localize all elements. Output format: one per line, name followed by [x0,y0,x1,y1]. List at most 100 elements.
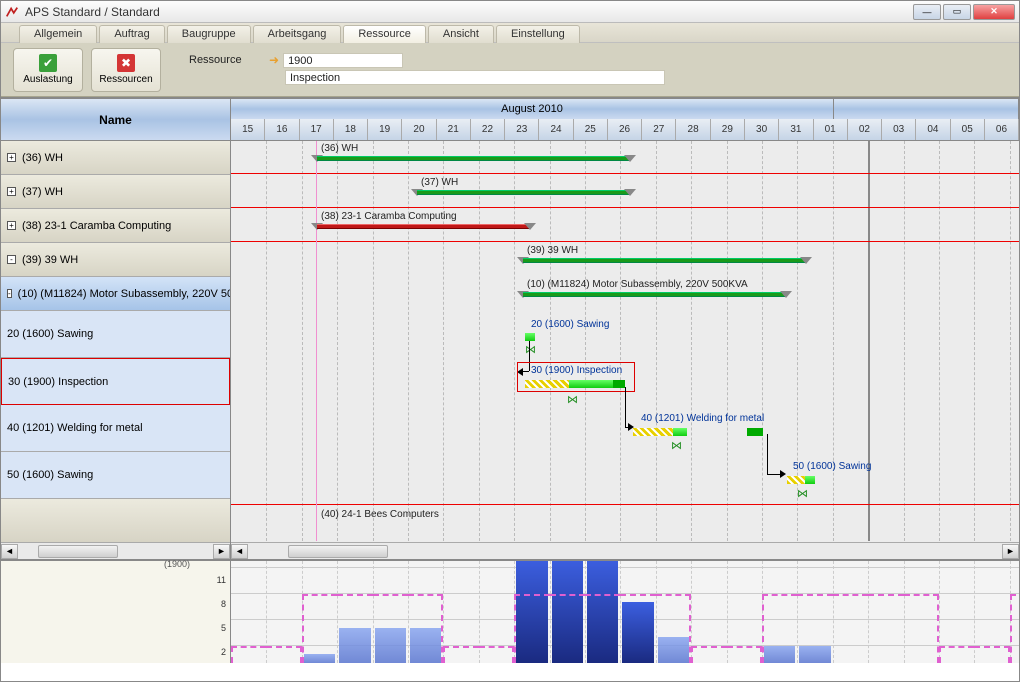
bar-38[interactable] [317,224,530,229]
scroll-right-button[interactable]: ► [213,544,230,559]
auslastung-button[interactable]: ✔ Auslastung [13,48,83,92]
gantt-grid [231,141,1019,541]
bar-label-38: (38) 23-1 Caramba Computing [321,211,457,222]
day-column-21: 21 [437,119,471,140]
ytick: 11 [217,575,226,585]
bar-label-39: (39) 39 WH [527,245,578,256]
day-column-17: 17 [300,119,334,140]
bar-10[interactable] [523,292,786,297]
bar-37[interactable] [417,190,630,195]
left-header: Name [1,99,230,141]
app-icon [5,5,19,19]
tab-baugruppe[interactable]: Baugruppe [167,25,251,43]
tab-auftrag[interactable]: Auftrag [99,25,164,43]
chart-yaxis: (1900) 11 8 5 2 [1,561,231,663]
separator-line [231,504,1019,505]
row-welding-40[interactable]: 40 (1201) Welding for metal [1,405,230,452]
row-motor-subassembly[interactable]: -(10) (M11824) Motor Subassembly, 220V 5… [1,277,230,311]
ytick: 2 [221,647,226,657]
bar-end-cap [624,155,636,162]
day-column-02: 02 [848,119,882,140]
expand-icon[interactable]: + [7,221,16,230]
window-titlebar: APS Standard / Standard — ▭ ✕ [1,1,1019,23]
day-column-01: 01 [814,119,848,140]
task-label-40: 40 (1201) Welding for metal [641,413,764,424]
day-column-20: 20 [402,119,436,140]
day-column-23: 23 [505,119,539,140]
separator-line [231,207,1019,208]
main-split: Name +(36) WH +(37) WH +(38) 23-1 Caramb… [1,97,1019,559]
bar-36[interactable] [317,156,630,161]
gantt-pane: August 2010 1516171819202122232425262728… [231,99,1019,559]
row-sawing-50[interactable]: 50 (1600) Sawing [1,452,230,499]
expand-icon[interactable]: + [7,187,16,196]
tab-strip: Allgemein Auftrag Baugruppe Arbeitsgang … [1,23,1019,43]
day-column-06: 06 [985,119,1019,140]
timeline-header: August 2010 1516171819202122232425262728… [231,99,1019,141]
day-column-27: 27 [642,119,676,140]
day-column-19: 19 [368,119,402,140]
scroll-right-button[interactable]: ► [1002,544,1019,559]
day-column-25: 25 [574,119,608,140]
chart-area[interactable] [231,561,1019,663]
task-50[interactable] [787,474,817,488]
task-label-30: 30 (1900) Inspection [531,365,622,376]
expand-icon[interactable]: + [7,153,16,162]
arrow-right-icon: ➜ [269,53,279,67]
row-37-wh[interactable]: +(37) WH [1,175,230,209]
bar-label-10: (10) (M11824) Motor Subassembly, 220V 50… [527,279,748,290]
bowtie-icon: ⋈ [797,487,808,500]
row-inspection-30[interactable]: 30 (1900) Inspection [1,358,230,405]
tab-arbeitsgang[interactable]: Arbeitsgang [253,25,342,43]
day-column-24: 24 [539,119,573,140]
task-label-50: 50 (1600) Sawing [793,461,871,472]
row-39-wh[interactable]: -(39) 39 WH [1,243,230,277]
day-column-29: 29 [711,119,745,140]
bar-end-cap [800,257,812,264]
left-pane: Name +(36) WH +(37) WH +(38) 23-1 Caramb… [1,99,231,559]
day-header: 1516171819202122232425262728293031010203… [231,119,1019,140]
ressource-id-field[interactable]: 1900 [283,53,403,68]
task-30[interactable] [525,378,625,392]
close-button[interactable]: ✕ [973,4,1015,20]
collapse-icon[interactable]: - [7,255,16,264]
gantt-area[interactable]: (36) WH (37) WH (38) 23-1 Caramba Comput… [231,141,1019,541]
bar-39[interactable] [523,258,806,263]
bar-label-37: (37) WH [421,177,458,188]
right-hscrollbar[interactable]: ◄ ► [231,542,1019,559]
collapse-icon[interactable]: - [7,289,12,298]
task-label-20: 20 (1600) Sawing [531,319,609,330]
tab-einstellung[interactable]: Einstellung [496,25,580,43]
row-36-wh[interactable]: +(36) WH [1,141,230,175]
day-column-30: 30 [745,119,779,140]
day-column-31: 31 [779,119,813,140]
scroll-thumb[interactable] [38,545,118,558]
day-column-16: 16 [265,119,299,140]
tab-ressource[interactable]: Ressource [343,25,426,43]
month-next [834,99,1019,119]
row-38-caramba[interactable]: +(38) 23-1 Caramba Computing [1,209,230,243]
scroll-left-button[interactable]: ◄ [231,544,248,559]
row-sawing-20[interactable]: 20 (1600) Sawing [1,311,230,358]
auslastung-label: Auslastung [23,74,72,85]
task-40[interactable] [633,426,767,440]
bar-end-cap [624,189,636,196]
tab-ansicht[interactable]: Ansicht [428,25,494,43]
utilization-chart: (1900) 11 8 5 2 [1,559,1019,663]
scroll-left-button[interactable]: ◄ [1,544,18,559]
maximize-button[interactable]: ▭ [943,4,971,20]
bar-end-cap [780,291,792,298]
resource-form: Ressource ➜ 1900 Inspection [189,53,665,87]
day-column-26: 26 [608,119,642,140]
ressourcen-button[interactable]: ✖ Ressourcen [91,48,161,92]
day-column-03: 03 [882,119,916,140]
left-hscrollbar[interactable]: ◄ ► [1,542,230,559]
bar-end-cap [524,223,536,230]
ytick: 5 [221,623,226,633]
bowtie-icon: ⋈ [525,343,536,356]
day-column-18: 18 [334,119,368,140]
tab-allgemein[interactable]: Allgemein [19,25,97,43]
ressource-name-field[interactable]: Inspection [285,70,665,85]
minimize-button[interactable]: — [913,4,941,20]
scroll-thumb[interactable] [288,545,388,558]
